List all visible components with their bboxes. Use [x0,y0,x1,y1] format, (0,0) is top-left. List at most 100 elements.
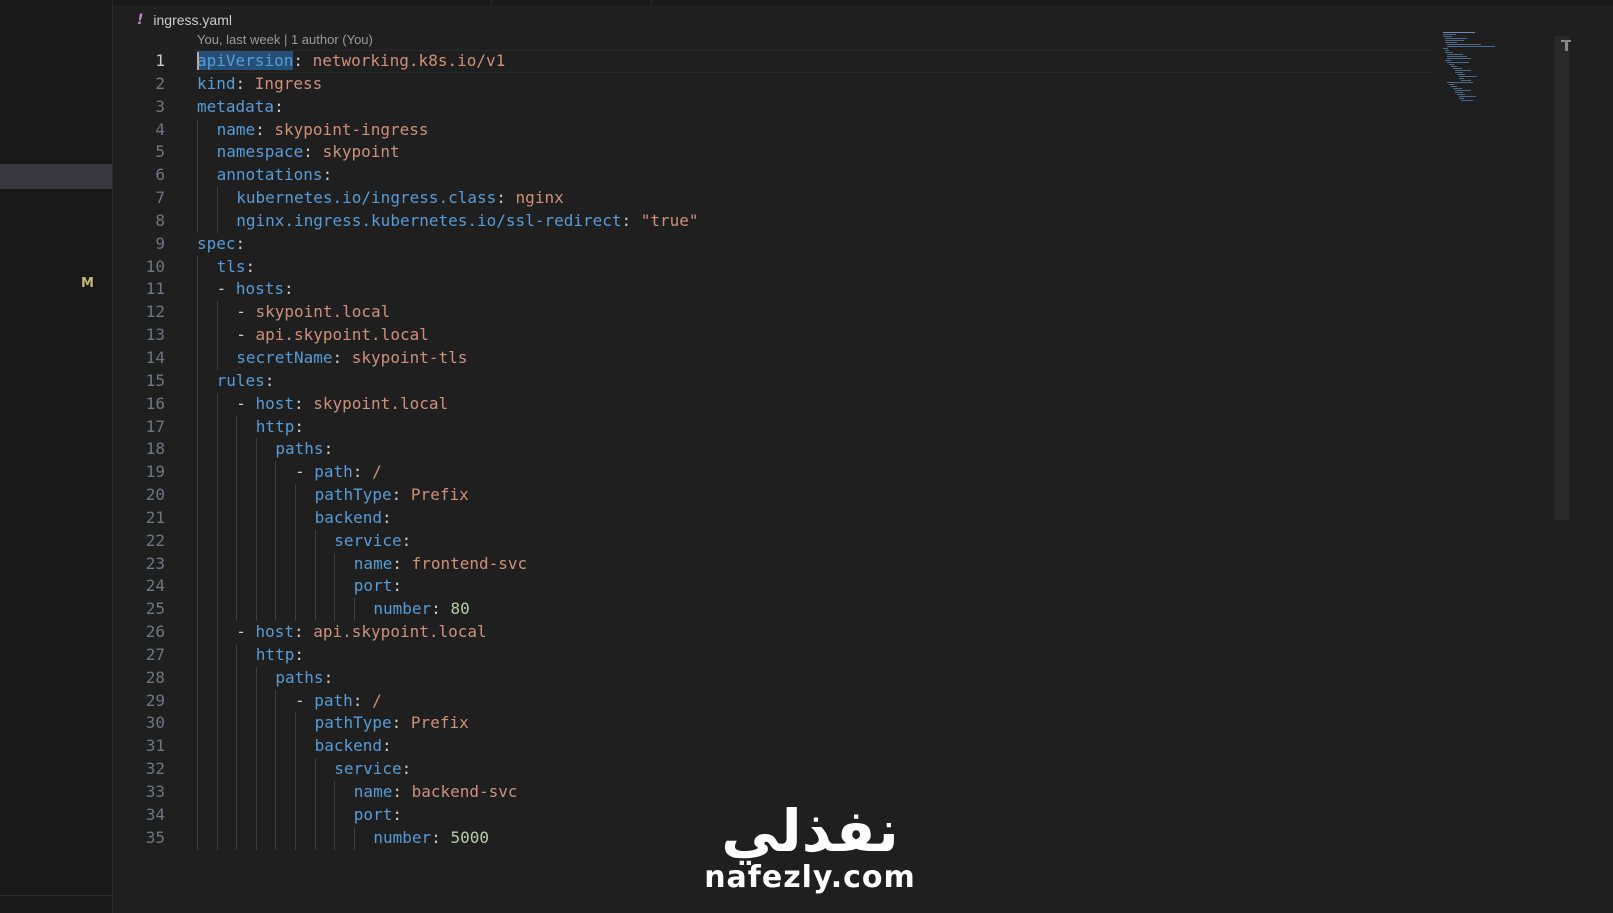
code-token: networking.k8s.io/v1 [312,51,506,70]
indent-guide [255,666,257,690]
code-line[interactable]: 27 http: [113,643,1433,667]
line-number: 5 [155,142,165,162]
code-line[interactable]: 30 pathType: Prefix [113,712,1433,736]
code-editor[interactable]: 1 apiVersion: networking.k8s.io/v1 2 kind: … [113,50,1433,850]
code-token: tls [216,256,246,276]
indent-guide [236,415,238,439]
code-line[interactable]: 7 kubernetes.io/ingress.class: nginx [113,187,1433,210]
line-number: 16 [145,393,165,413]
indent-guide [334,552,336,576]
indent-guide [275,735,277,759]
code-line[interactable]: 17 http: [113,415,1433,439]
code-line[interactable]: 4 name: skypoint-ingress [113,118,1433,142]
code-line[interactable]: 31 backend: [113,735,1433,759]
indent-guide [295,529,296,553]
code-line[interactable]: 11 - hosts: [113,278,1433,302]
indent-guide [197,164,198,188]
scrollbar-thumb[interactable] [1555,36,1569,520]
indent-guide [255,689,257,713]
indent-guide [197,552,198,576]
code-line-text: - skypoint.local [236,301,390,324]
code-line[interactable]: 9 spec: [113,233,1433,256]
code-line[interactable]: 26 - host: api.skypoint.local [113,621,1433,644]
code-token: http [255,416,295,436]
code-line[interactable]: 21 backend: [113,506,1433,530]
indent-guide [314,826,316,850]
code-line[interactable]: 14 secretName: skypoint-tls [113,346,1433,370]
minimap-line [1459,78,1464,79]
indent-guide [236,506,238,530]
indent-guide [236,803,238,827]
indent-guide [197,826,198,850]
indent-guide [197,735,198,759]
code-line-text: secretName: skypoint-tls [236,347,467,370]
code-token: backend [314,736,383,756]
indent-guide [255,575,257,599]
minimap-line [1459,96,1476,97]
code-token: spec [197,233,236,253]
indent-guide [216,781,218,804]
minimap[interactable] [1443,32,1523,112]
code-token: http [255,644,295,664]
code-line-text: backend: [315,507,392,530]
code-line-text: port: [354,804,402,827]
watermark-logo: نفذلي nafezly.com [700,800,920,910]
code-line-text: number: 80 [373,598,469,621]
line-number: 34 [145,804,165,824]
code-token: - [236,622,256,642]
code-line[interactable]: 29 - path: / [113,689,1433,713]
code-line[interactable]: 19 - path: / [113,461,1433,485]
code-line[interactable]: 20 pathType: Prefix [113,484,1433,507]
indent-guide [236,689,238,713]
code-token: : [431,599,451,619]
line-number: 9 [155,233,165,253]
indent-guide [197,781,198,804]
code-token: port [353,576,393,596]
code-line[interactable]: 15 rules: [113,369,1433,393]
code-token: Ingress [254,73,323,93]
indent-guide [197,324,198,347]
code-token: skypoint-tls [351,347,468,367]
indent-guide [197,506,198,530]
code-line[interactable]: 12 - skypoint.local [113,301,1433,325]
line-number: 8 [155,210,165,230]
indent-guide [197,803,198,827]
minimap-line [1455,70,1471,71]
code-line[interactable]: 22 service: [113,529,1433,553]
minimap-line [1447,46,1495,47]
code-token: - [236,393,256,413]
code-line[interactable]: 28 paths: [113,666,1433,690]
minimap-line [1461,100,1473,101]
code-line[interactable]: 3 metadata: [113,96,1433,119]
code-line[interactable]: 10 tls: [113,255,1433,279]
indent-guide [295,598,296,622]
code-line-text: tls: [217,256,256,279]
code-line[interactable]: 23 name: frontend-svc [113,552,1433,576]
line-number: 21 [145,507,165,527]
code-line[interactable]: 5 namespace: skypoint [113,141,1433,165]
code-line[interactable]: 32 service: [113,758,1433,781]
breadcrumb[interactable]: ! ingress.yaml [137,11,232,29]
minimap-line [1447,56,1467,57]
code-line[interactable]: 25 number: 80 [113,598,1433,622]
code-line[interactable]: 13 - api.skypoint.local [113,324,1433,347]
breadcrumb-file[interactable]: ingress.yaml [153,12,232,28]
indent-guide [236,484,238,507]
code-line[interactable]: 24 port: [113,575,1433,599]
minimap-line [1445,50,1449,51]
line-number: 25 [145,599,165,619]
code-line[interactable]: 6 annotations: [113,164,1433,188]
code-token: - [295,462,315,482]
indent-guide [236,735,238,759]
code-line[interactable]: 2 kind: Ingress [113,73,1433,96]
code-line[interactable]: 16 - host: skypoint.local [113,392,1433,416]
code-line[interactable]: 8 nginx.ingress.kubernetes.io/ssl-redirec… [113,209,1433,233]
git-blame-codelens[interactable]: You, last week | 1 author (You) [197,32,373,47]
indent-guide [236,781,238,804]
minimap-line [1445,40,1464,41]
code-line[interactable]: 1 apiVersion: networking.k8s.io/v1 [113,50,1433,73]
explorer-selected-item[interactable] [0,164,112,189]
indent-guide [314,803,316,827]
text-cursor [197,51,199,70]
code-line[interactable]: 18 paths: [113,438,1433,462]
